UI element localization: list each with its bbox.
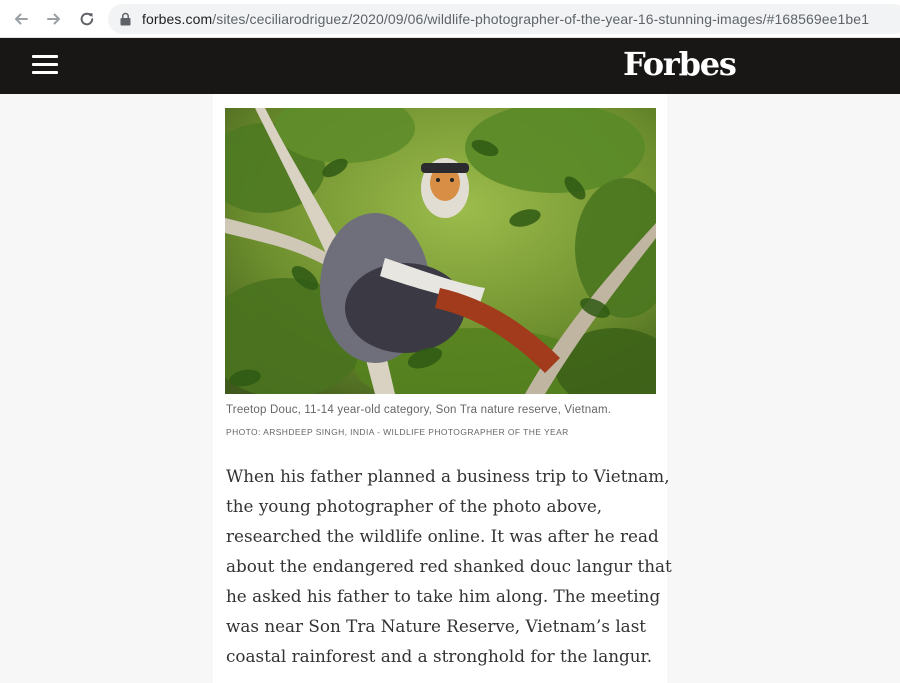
url-host: forbes.com [142,11,213,27]
site-header: Forbes [0,38,900,94]
image-credit: PHOTO: ARSHDEEP SINGH, INDIA - WILDLIFE … [226,427,569,437]
forbes-logo[interactable]: Forbes [623,45,737,83]
lock-icon [120,12,131,26]
forward-arrow-icon[interactable] [43,8,65,30]
reload-icon[interactable] [76,8,98,30]
paragraph-line: coastal rainforest and a stronghold for … [226,646,653,666]
paragraph-line: researched the wildlife online. It was a… [226,526,659,546]
address-bar[interactable]: forbes.com/sites/ceciliarodriguez/2020/0… [108,4,900,34]
paragraph-line: was near Son Tra Nature Reserve, Vietnam… [226,616,647,636]
paragraph-line: the young photographer of the photo abov… [226,496,603,516]
paragraph-line: he asked his father to take him along. T… [226,586,661,606]
url-text[interactable]: forbes.com/sites/ceciliarodriguez/2020/0… [142,11,869,27]
article-photo [225,108,656,394]
url-path: /sites/ceciliarodriguez/2020/09/06/wildl… [212,11,870,27]
hamburger-menu-icon[interactable] [32,55,58,75]
back-arrow-icon[interactable] [10,8,32,30]
article-paragraph: When his father planned a business trip … [226,461,672,671]
image-caption: Treetop Douc, 11-14 year-old category, S… [226,404,612,416]
browser-toolbar: forbes.com/sites/ceciliarodriguez/2020/0… [0,0,900,38]
paragraph-line: When his father planned a business trip … [226,466,670,486]
paragraph-line: about the endangered red shanked douc la… [226,556,672,576]
